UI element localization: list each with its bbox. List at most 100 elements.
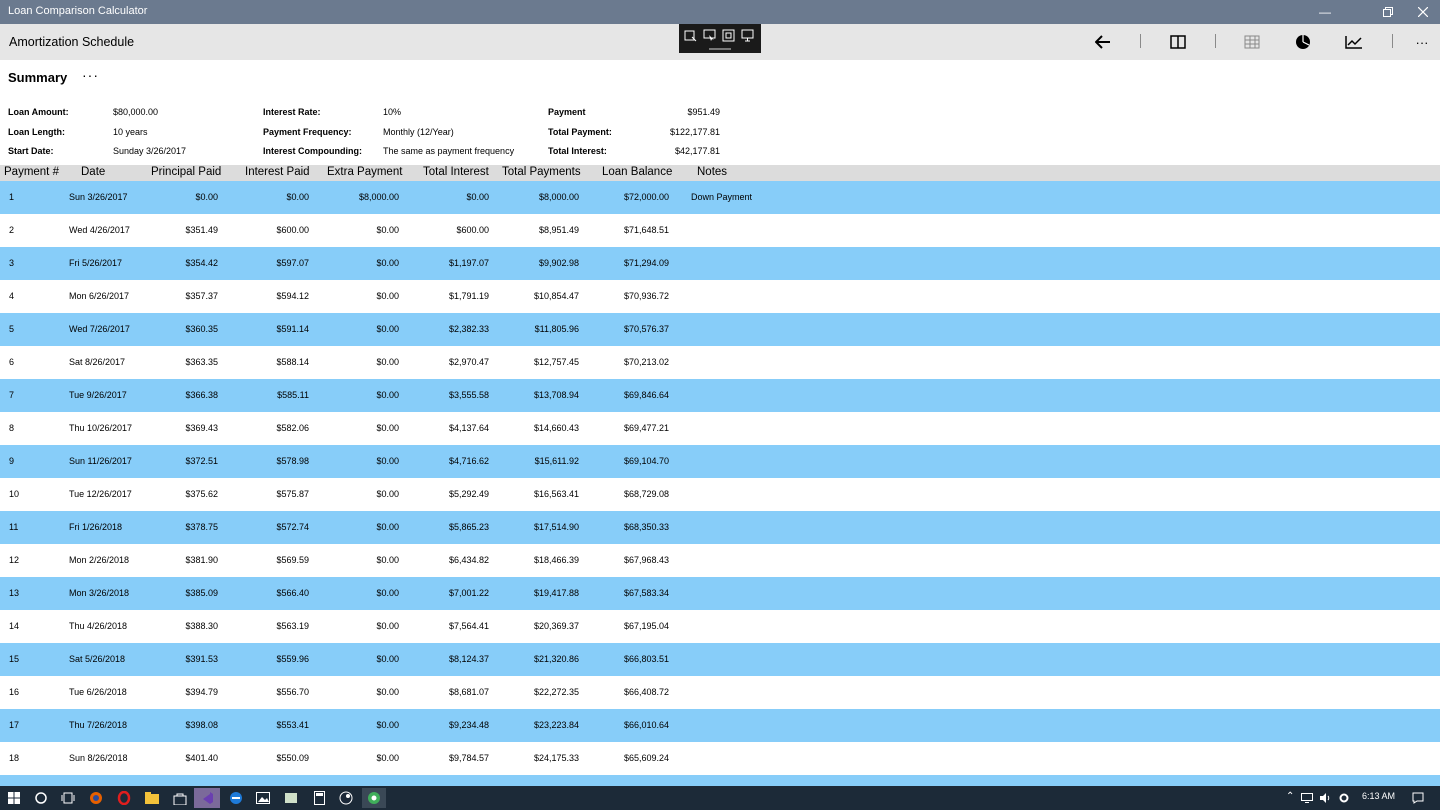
- column-header-interest-paid[interactable]: Interest Paid: [245, 166, 310, 178]
- total-payments-cell: $23,223.84: [533, 720, 579, 730]
- table-row[interactable]: 12 Mon 2/26/2018 $381.90 $569.59 $0.00 $6,434…: [0, 544, 1440, 577]
- extra-payment-cell: $0.00: [376, 291, 399, 301]
- table-row[interactable]: 17 Thu 7/26/2018 $398.08 $553.41 $0.00 $9,234…: [0, 709, 1440, 742]
- opera-taskbar-icon[interactable]: [114, 788, 134, 808]
- table-row[interactable]: 14 Thu 4/26/2018 $388.30 $563.19 $0.00 $7,564…: [0, 610, 1440, 643]
- volume-icon[interactable]: [1318, 788, 1332, 808]
- steam-taskbar-icon[interactable]: [336, 788, 356, 808]
- column-header-principal-paid[interactable]: Principal Paid: [151, 166, 221, 178]
- extra-payment-cell: $0.00: [376, 390, 399, 400]
- total-interest-cell: $8,681.07: [448, 687, 489, 697]
- table-row[interactable]: 3 Fri 5/26/2017 $354.42 $597.07 $0.00 $1,197.…: [0, 247, 1440, 280]
- notes-taskbar-icon[interactable]: [281, 788, 301, 808]
- payment-number-cell: 15: [9, 654, 20, 664]
- date-cell: Fri 5/26/2017: [69, 258, 123, 268]
- total-interest-cell: $9,234.48: [448, 720, 489, 730]
- column-header-total-interest[interactable]: Total Interest: [423, 166, 489, 178]
- table-row[interactable]: 5 Wed 7/26/2017 $360.35 $591.14 $0.00 $2,382.…: [0, 313, 1440, 346]
- extra-payment-cell: $0.00: [376, 258, 399, 268]
- extra-payment-cell: $0.00: [376, 225, 399, 235]
- table-row[interactable]: 8 Thu 10/26/2017 $369.43 $582.06 $0.00 $4,137…: [0, 412, 1440, 445]
- command-separator: [1392, 34, 1393, 48]
- table-row[interactable]: 1 Sun 3/26/2017 $0.00 $0.00 $8,000.00 $0.00 $8…: [0, 181, 1440, 214]
- pie-chart-button[interactable]: [1283, 28, 1323, 56]
- split-view-icon: [1170, 35, 1186, 49]
- chevron-up-icon[interactable]: ⌃: [1286, 791, 1294, 802]
- total-interest-cell: $7,564.41: [448, 621, 489, 631]
- loan-balance-cell: $68,729.08: [623, 489, 669, 499]
- column-header-extra-payment[interactable]: Extra Payment: [327, 166, 402, 178]
- more-options-button[interactable]: ···: [1402, 28, 1440, 56]
- total-interest-cell: $6,434.82: [448, 555, 489, 565]
- total-payments-cell: $8,951.49: [538, 225, 579, 235]
- interest-paid-cell: $591.14: [276, 324, 309, 334]
- action-center-icon[interactable]: [1408, 788, 1428, 808]
- principal-paid-cell: $388.30: [185, 621, 218, 631]
- amortization-table-body[interactable]: 1 Sun 3/26/2017 $0.00 $0.00 $8,000.00 $0.00 $8…: [0, 181, 1440, 790]
- task-view-icon: [61, 792, 75, 804]
- table-row[interactable]: 18 Sun 8/26/2018 $401.40 $550.09 $0.00 $9,784…: [0, 742, 1440, 775]
- loan-amount-value: $80,000.00: [113, 107, 159, 117]
- start-button[interactable]: [4, 788, 24, 808]
- payment-number-cell: 11: [9, 522, 19, 532]
- column-header-loan-balance[interactable]: Loan Balance: [602, 166, 672, 178]
- table-row[interactable]: 16 Tue 6/26/2018 $394.79 $556.70 $0.00 $8,681…: [0, 676, 1440, 709]
- settings-gear-icon[interactable]: [1336, 788, 1352, 808]
- table-row[interactable]: 7 Tue 9/26/2017 $366.38 $585.11 $0.00 $3,555.…: [0, 379, 1440, 412]
- line-chart-button[interactable]: [1334, 28, 1374, 56]
- extra-payment-cell: $0.00: [376, 489, 399, 499]
- back-button[interactable]: [1083, 28, 1123, 56]
- close-button[interactable]: [1400, 0, 1440, 24]
- interest-paid-cell: $582.06: [276, 423, 309, 433]
- extra-payment-cell: $0.00: [376, 423, 399, 433]
- summary-heading: Summary: [8, 70, 68, 85]
- column-header-notes[interactable]: Notes: [697, 166, 727, 178]
- loan-balance-cell: $66,803.51: [623, 654, 669, 664]
- loan-balance-cell: $67,968.43: [623, 555, 669, 565]
- table-row[interactable]: 9 Sun 11/26/2017 $372.51 $578.98 $0.00 $4,716…: [0, 445, 1440, 478]
- capture-fullscreen-icon[interactable]: [740, 28, 755, 43]
- table-view-button[interactable]: [1232, 28, 1272, 56]
- minimize-button[interactable]: —: [1302, 0, 1348, 24]
- total-interest-cell: $8,124.37: [448, 654, 489, 664]
- search-button[interactable]: [31, 788, 51, 808]
- photos-taskbar-icon[interactable]: [253, 788, 273, 808]
- store-taskbar-icon[interactable]: [170, 788, 190, 808]
- payment-number-cell: 5: [9, 324, 15, 334]
- edge-taskbar-icon[interactable]: [226, 788, 246, 808]
- network-icon[interactable]: [1300, 788, 1314, 808]
- table-row[interactable]: 6 Sat 8/26/2017 $363.35 $588.14 $0.00 $2,970.…: [0, 346, 1440, 379]
- column-header-total-payments[interactable]: Total Payments: [502, 166, 581, 178]
- total-interest-cell: $2,970.47: [448, 357, 489, 367]
- extra-payment-cell: $0.00: [376, 654, 399, 664]
- table-header: Payment # Date Principal Paid Interest P…: [0, 165, 1440, 181]
- payment-number-cell: 10: [9, 489, 20, 499]
- firefox-taskbar-icon[interactable]: [86, 788, 106, 808]
- column-header-payment-number[interactable]: Payment #: [4, 166, 59, 178]
- capture-region-icon[interactable]: [683, 28, 698, 43]
- file-explorer-taskbar-icon[interactable]: [142, 788, 162, 808]
- summary-more-button[interactable]: ···: [82, 67, 99, 83]
- summary-view-button[interactable]: [1158, 28, 1198, 56]
- table-row[interactable]: 2 Wed 4/26/2017 $351.49 $600.00 $0.00 $600.00…: [0, 214, 1440, 247]
- calculator-taskbar-icon[interactable]: [309, 788, 329, 808]
- table-row[interactable]: 15 Sat 5/26/2018 $391.53 $559.96 $0.00 $8,124…: [0, 643, 1440, 676]
- loan-length-value: 10 years: [113, 127, 148, 137]
- table-row[interactable]: 4 Mon 6/26/2017 $357.37 $594.12 $0.00 $1,791.…: [0, 280, 1440, 313]
- table-row[interactable]: 13 Mon 3/26/2018 $385.09 $566.40 $0.00 $7,001…: [0, 577, 1440, 610]
- task-view-button[interactable]: [58, 788, 78, 808]
- capture-window-icon[interactable]: [721, 28, 736, 43]
- vs-taskbar-icon[interactable]: [194, 788, 220, 808]
- total-interest-cell: $7,001.22: [448, 588, 489, 598]
- table-row[interactable]: 10 Tue 12/26/2017 $375.62 $575.87 $0.00 $5,29…: [0, 478, 1440, 511]
- loan-calculator-taskbar-icon[interactable]: [362, 788, 386, 808]
- table-row[interactable]: 11 Fri 1/26/2018 $378.75 $572.74 $0.00 $5,865…: [0, 511, 1440, 544]
- payment-number-cell: 13: [9, 588, 20, 598]
- interest-paid-cell: $597.07: [276, 258, 309, 268]
- clock[interactable]: 6:13 AM: [1362, 791, 1395, 801]
- payment-number-cell: 9: [9, 456, 15, 466]
- loan-balance-cell: $67,195.04: [623, 621, 669, 631]
- column-header-date[interactable]: Date: [81, 166, 105, 178]
- capture-freeform-icon[interactable]: [702, 28, 717, 43]
- capture-grip[interactable]: [709, 48, 731, 50]
